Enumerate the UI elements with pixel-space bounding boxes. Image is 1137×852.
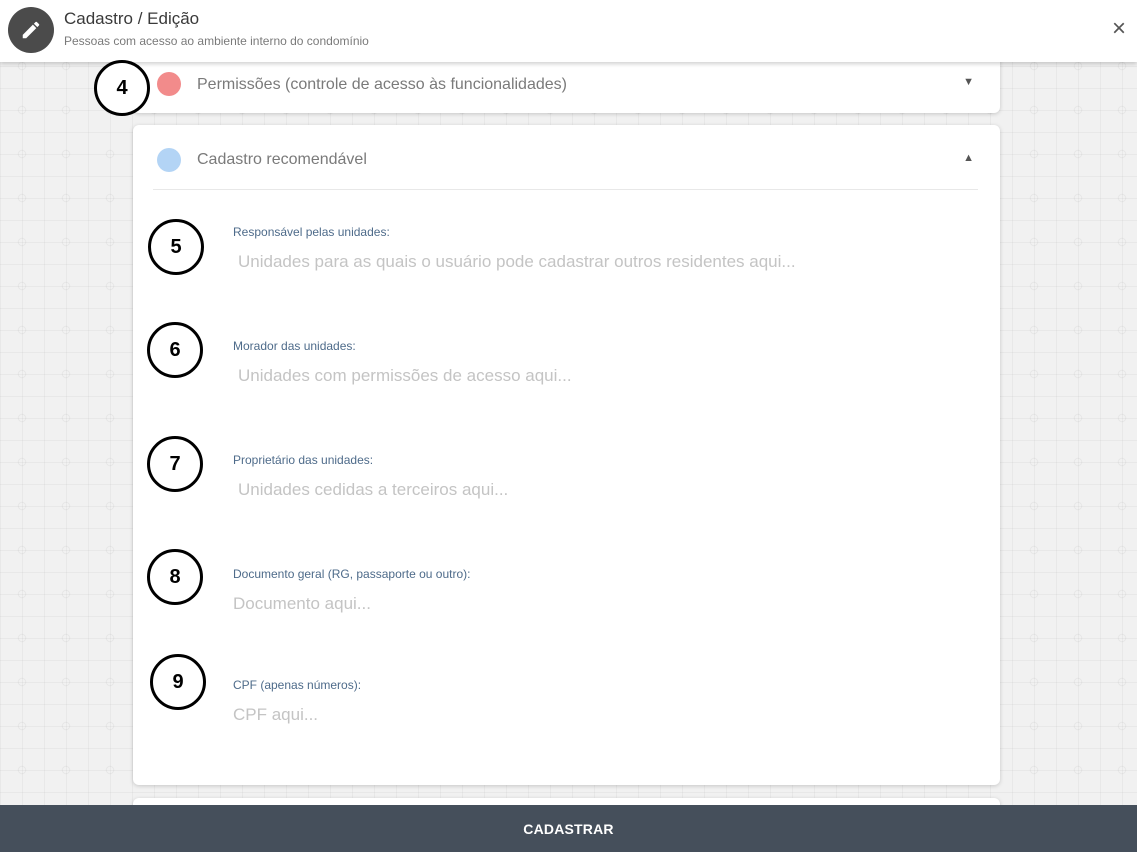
modal-header: Cadastro / Edição Pessoas com acesso ao …	[0, 0, 1137, 62]
field-morador-unidades: Morador das unidades:	[233, 339, 973, 386]
field-responsavel-unidades: Responsável pelas unidades:	[233, 225, 973, 272]
proprietario-unidades-input[interactable]	[238, 480, 958, 500]
step-marker: 7	[147, 436, 203, 492]
morador-unidades-input[interactable]	[238, 366, 958, 386]
field-proprietario-unidades: Proprietário das unidades:	[233, 453, 973, 500]
modal-title: Cadastro / Edição	[64, 9, 200, 28]
field-cpf: CPF (apenas números):	[233, 678, 973, 725]
cadastrar-button[interactable]: CADASTRAR	[0, 805, 1137, 852]
section-title-cadastro: Cadastro recomendável	[197, 151, 367, 168]
pencil-icon	[22, 21, 40, 39]
field-documento-geral: Documento geral (RG, passaporte ou outro…	[233, 567, 973, 614]
step-marker: 8	[147, 549, 203, 605]
step-marker: 5	[148, 219, 204, 275]
field-label: Responsável pelas unidades:	[233, 225, 390, 239]
status-dot-blue	[157, 148, 181, 172]
documento-input[interactable]	[233, 594, 953, 614]
field-label: Proprietário das unidades:	[233, 453, 374, 467]
field-label: Morador das unidades:	[233, 339, 356, 353]
responsavel-unidades-input[interactable]	[238, 252, 958, 272]
close-icon[interactable]: ×	[1105, 14, 1133, 44]
section-cadastro-recomendavel: Cadastro recomendável ▲ Responsável pela…	[133, 125, 1000, 785]
edit-avatar	[8, 7, 54, 53]
modal-subtitle: Pessoas com acesso ao ambiente interno d…	[64, 34, 369, 48]
step-marker: 4	[94, 60, 150, 116]
step-marker: 9	[150, 654, 206, 710]
field-label: CPF (apenas números):	[233, 678, 362, 692]
step-marker: 6	[147, 322, 203, 378]
cpf-input[interactable]	[233, 705, 953, 725]
section-divider	[153, 189, 978, 190]
chevron-down-icon[interactable]: ▼	[963, 76, 974, 88]
status-dot-red	[157, 72, 181, 96]
chevron-up-icon[interactable]: ▲	[963, 152, 974, 164]
field-label: Documento geral (RG, passaporte ou outro…	[233, 567, 471, 581]
section-title-permissoes: Permissões (controle de acesso às funcio…	[197, 76, 567, 93]
